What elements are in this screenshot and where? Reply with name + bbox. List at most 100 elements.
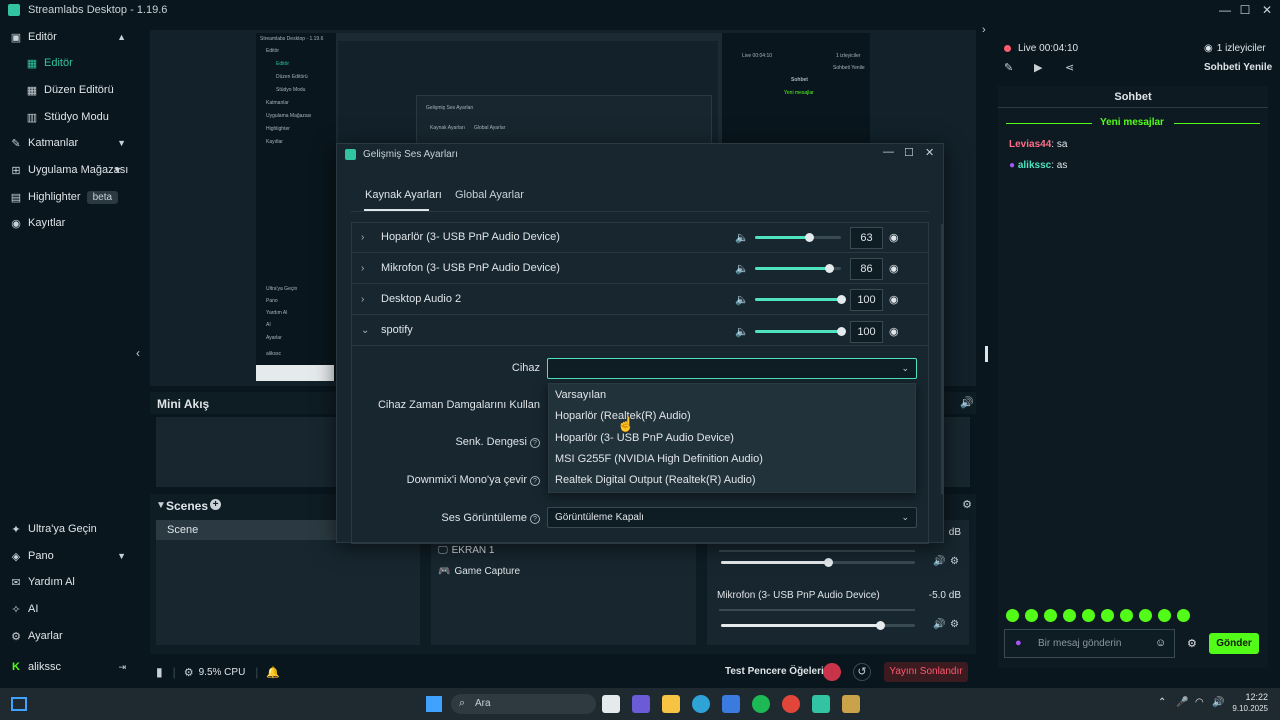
volume-icon[interactable]: 🔈 [735, 293, 749, 306]
volume-icon[interactable]: 🔈 [735, 231, 749, 244]
widgets-icon[interactable] [11, 697, 27, 711]
test-widgets-button[interactable]: Test Pencere Öğeleri [725, 666, 824, 677]
gear-icon[interactable]: ⚙ [950, 556, 959, 567]
chevron-right-icon[interactable]: › [361, 232, 381, 243]
eye-icon[interactable]: ◉ [889, 231, 899, 244]
emoji-icon[interactable]: ☺ [1155, 637, 1166, 649]
clock-time[interactable]: 12:22 [1232, 692, 1268, 702]
monitoring-select[interactable]: Görüntüleme Kapalı ⌄ [547, 507, 917, 528]
bell-icon[interactable]: 🔔 [266, 666, 280, 679]
emote-icon[interactable] [1025, 609, 1038, 622]
file-explorer-icon[interactable] [662, 695, 680, 713]
add-scene-icon[interactable]: + [210, 499, 221, 510]
sidebar-item-account[interactable]: K alikssc ⇥ [0, 654, 140, 680]
emote-icon[interactable] [1006, 609, 1019, 622]
sidebar-item-layers[interactable]: ✎ Katmanlar ▼ [0, 130, 140, 156]
chevron-up-icon[interactable]: ⌃ [1158, 697, 1166, 708]
scrollbar[interactable] [941, 224, 944, 494]
eye-icon[interactable]: ◉ [889, 293, 899, 306]
sidebar-item-dashboard[interactable]: ◈ Pano ▼ [0, 543, 140, 569]
volume-value[interactable]: 100 [850, 289, 883, 311]
minimize-icon[interactable]: — [883, 146, 894, 158]
task-view-icon[interactable] [602, 695, 620, 713]
edge-icon[interactable] [692, 695, 710, 713]
search-input[interactable]: ⌕ Ara [451, 694, 596, 714]
sidebar-item-editor[interactable]: ▦ Editör [0, 50, 140, 76]
emote-icon[interactable] [1063, 609, 1076, 622]
edit-icon[interactable]: ✎ [1004, 61, 1013, 74]
chat-username[interactable]: alikssc [1018, 160, 1051, 171]
gear-icon[interactable]: ⚙ [1187, 637, 1197, 650]
maximize-icon[interactable]: ☐ [1234, 0, 1256, 20]
volume-value[interactable]: 100 [850, 321, 883, 343]
volume-value[interactable]: 63 [850, 227, 883, 249]
source-item[interactable]: 🖵 EKRAN 1 [438, 545, 494, 556]
store-icon[interactable] [722, 695, 740, 713]
eye-icon[interactable]: ◉ [889, 262, 899, 275]
chevron-down-icon[interactable]: ▼ [156, 500, 166, 511]
emote-icon[interactable] [1044, 609, 1057, 622]
chat-input[interactable]: ● Bir mesaj gönderin ☺ [1004, 629, 1175, 658]
source-item[interactable]: 🎮 Game Capture [438, 566, 520, 577]
emote-icon[interactable] [1101, 609, 1114, 622]
help-icon[interactable]: ? [530, 476, 540, 486]
device-select[interactable]: ⌄ [547, 358, 917, 379]
app-icon[interactable] [842, 695, 860, 713]
record-button[interactable] [823, 663, 841, 681]
streamlabs-icon[interactable] [812, 695, 830, 713]
speaker-icon[interactable]: 🔊 [1212, 697, 1224, 708]
mixer-volume-slider[interactable] [721, 621, 915, 630]
tab-source-settings[interactable]: Kaynak Ayarları [365, 189, 442, 201]
wifi-icon[interactable]: ◠ [1195, 697, 1204, 708]
camera-icon[interactable]: ▶ [1034, 61, 1042, 74]
replay-icon[interactable]: ↺ [853, 663, 871, 681]
sidebar-item-help[interactable]: ✉ Yardım Al [0, 569, 140, 595]
chevron-down-icon[interactable]: ⌄ [361, 325, 381, 336]
volume-icon[interactable]: 🔊 [960, 396, 974, 409]
stats-icon[interactable]: ▮ [156, 665, 163, 679]
audio-source-row[interactable]: › Mikrofon (3- USB PnP Audio Device) [351, 253, 929, 284]
volume-slider[interactable] [755, 327, 846, 336]
volume-icon[interactable]: 🔈 [735, 325, 749, 338]
chevron-right-icon[interactable]: › [982, 24, 986, 36]
dropdown-option[interactable]: Hoparlör (Realtek(R) Audio) [548, 405, 916, 426]
sidebar-item-highlighter[interactable]: ▤ Highlighter beta [0, 184, 140, 210]
help-icon[interactable]: ? [530, 514, 540, 524]
volume-slider[interactable] [755, 295, 846, 304]
emote-icon[interactable] [1082, 609, 1095, 622]
volume-slider[interactable] [755, 264, 841, 273]
windows-start-icon[interactable] [426, 696, 442, 712]
sidebar-item-ai[interactable]: ✧ AI [0, 596, 140, 622]
chat-username[interactable]: Levias44 [1009, 139, 1051, 150]
refresh-chat-button[interactable]: Sohbeti Yenile [1204, 62, 1272, 73]
dropdown-option[interactable]: Varsayılan [548, 384, 916, 405]
help-icon[interactable]: ? [530, 438, 540, 448]
chevron-left-icon[interactable]: ‹ [136, 346, 140, 360]
mixer-volume-slider[interactable] [721, 558, 915, 567]
send-button[interactable]: Gönder [1209, 633, 1259, 654]
volume-icon[interactable]: 🔈 [735, 262, 749, 275]
gear-icon[interactable]: ⚙ [950, 619, 959, 630]
chrome-icon[interactable] [782, 695, 800, 713]
emote-icon[interactable] [1158, 609, 1171, 622]
dropdown-option[interactable]: MSI G255F (NVIDIA High Definition Audio) [548, 448, 916, 469]
sidebar-item-layout-editor[interactable]: ▦ Düzen Editörü [0, 77, 140, 103]
emote-icon[interactable] [1120, 609, 1133, 622]
sidebar-item-recordings[interactable]: ◉ Kayıtlar [0, 210, 140, 236]
chevron-right-icon[interactable]: › [361, 294, 381, 305]
minimize-icon[interactable]: — [1214, 0, 1236, 20]
clock-date[interactable]: 9.10.2025 [1228, 704, 1268, 713]
volume-slider[interactable] [755, 233, 841, 242]
sidebar-item-editor-group[interactable]: ▣ Editör ▲ [0, 24, 140, 50]
mic-icon[interactable]: 🎤 [1176, 697, 1188, 708]
emote-icon[interactable] [1139, 609, 1152, 622]
share-icon[interactable]: ⋖ [1065, 61, 1074, 74]
tab-global-settings[interactable]: Global Ayarlar [455, 189, 524, 201]
emote-icon[interactable] [1177, 609, 1190, 622]
volume-icon[interactable]: 🔊 [933, 556, 945, 567]
dropdown-option[interactable]: Realtek Digital Output (Realtek(R) Audio… [548, 469, 916, 490]
teams-icon[interactable] [632, 695, 650, 713]
sidebar-item-ultra[interactable]: ✦ Ultra'ya Geçin [0, 516, 140, 542]
maximize-icon[interactable]: ☐ [904, 146, 914, 159]
volume-icon[interactable]: 🔊 [933, 619, 945, 630]
